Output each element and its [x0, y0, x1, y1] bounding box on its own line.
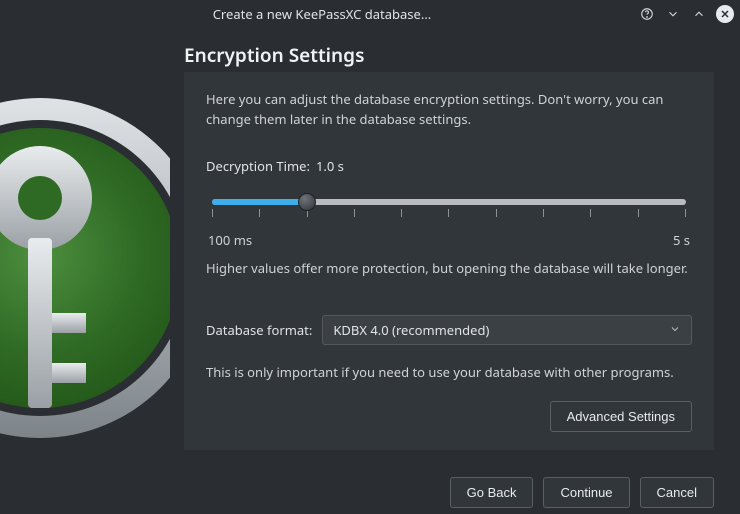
decryption-time-label: Decryption Time: [206, 157, 310, 175]
slider-min-label: 100 ms [208, 231, 252, 249]
close-icon[interactable] [716, 5, 734, 23]
cancel-button[interactable]: Cancel [640, 477, 714, 508]
intro-text: Here you can adjust the database encrypt… [206, 90, 692, 129]
settings-panel: Here you can adjust the database encrypt… [184, 72, 714, 450]
decryption-time-slider[interactable] [206, 189, 692, 229]
chevron-down-icon [669, 321, 681, 339]
minimize-icon[interactable] [664, 5, 682, 23]
format-note: This is only important if you need to us… [206, 363, 692, 381]
key-artwork [0, 78, 170, 458]
slider-thumb[interactable] [298, 193, 316, 211]
advanced-settings-button[interactable]: Advanced Settings [550, 401, 692, 432]
continue-button[interactable]: Continue [543, 477, 629, 508]
database-format-value: KDBX 4.0 (recommended) [333, 321, 489, 339]
maximize-icon[interactable] [690, 5, 708, 23]
page-heading: Encryption Settings [184, 42, 364, 68]
slider-hint: Higher values offer more protection, but… [206, 259, 692, 277]
decryption-time-value: 1.0 s [316, 157, 344, 175]
database-format-label: Database format: [206, 321, 312, 339]
slider-max-label: 5 s [673, 231, 690, 249]
help-icon[interactable] [638, 5, 656, 23]
go-back-button[interactable]: Go Back [450, 477, 534, 508]
window-title: Create a new KeePassXC database... [6, 5, 638, 23]
database-format-select[interactable]: KDBX 4.0 (recommended) [322, 315, 692, 345]
